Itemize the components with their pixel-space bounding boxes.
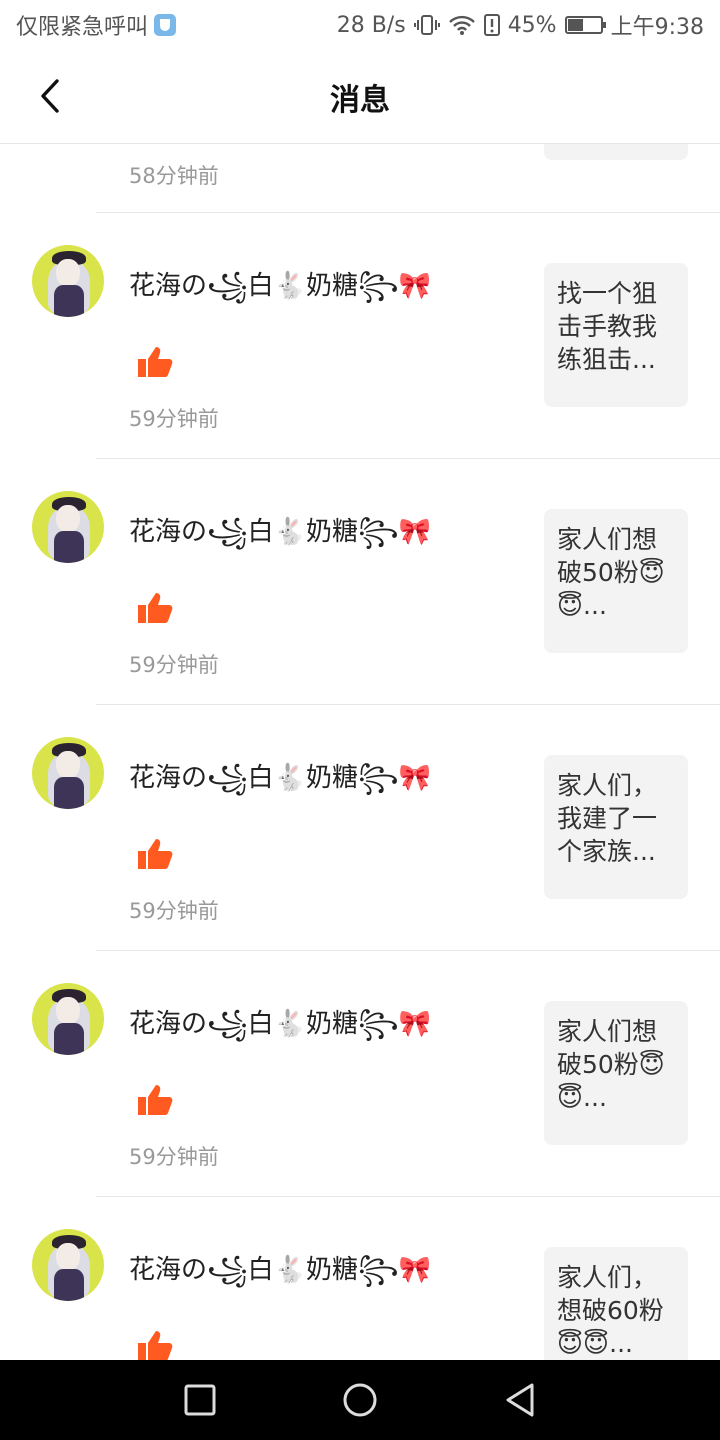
list-item[interactable]: 花海の꧁白🐇奶糖꧂🎀 59分钟前 家人们，我建了一个家族...	[0, 705, 720, 951]
post-thumbnail[interactable]: 家人们，我建了一个家族...	[544, 755, 688, 899]
battery-level-fill	[567, 19, 583, 31]
status-bar: 仅限紧急呼叫 28 B/s 45% 上午9:38	[0, 0, 720, 50]
list-item[interactable]: 花海の꧁白🐇奶糖꧂🎀 59分钟前 家人们想破50粉😇😇...	[0, 459, 720, 705]
post-thumbnail[interactable]: 找一个狙击手教我练狙击...	[544, 263, 688, 407]
battery-icon	[564, 16, 606, 34]
list-item[interactable]: 花海の꧁白🐇奶糖꧂🎀 家人们，想破60粉😇😇...	[0, 1197, 720, 1360]
thumbs-up-icon	[138, 347, 173, 377]
message-time: 59分钟前	[129, 407, 219, 431]
recent-apps-button[interactable]	[175, 1375, 225, 1425]
username[interactable]: 花海の꧁白🐇奶糖꧂🎀	[129, 1003, 431, 1056]
triangle-left-icon	[506, 1383, 534, 1417]
vibrate-icon	[413, 15, 440, 35]
username[interactable]: 花海の꧁白🐇奶糖꧂🎀	[129, 1249, 431, 1302]
system-back-button[interactable]	[495, 1375, 545, 1425]
avatar[interactable]	[32, 1229, 104, 1301]
shield-icon	[154, 14, 177, 36]
thumbs-up-icon	[138, 839, 173, 869]
username[interactable]: 花海の꧁白🐇奶糖꧂🎀	[129, 511, 431, 564]
status-left: 仅限紧急呼叫	[16, 9, 177, 41]
avatar[interactable]	[32, 245, 104, 317]
avatar[interactable]	[32, 983, 104, 1055]
list-item[interactable]: 花海の꧁白🐇奶糖꧂🎀 59分钟前 家人们想破50粉😇😇...	[0, 951, 720, 1197]
message-time: 59分钟前	[129, 899, 219, 923]
post-thumbnail[interactable]: 家人们想破50粉😇😇...	[544, 509, 688, 653]
status-right: 28 B/s 45% 上午9:38	[337, 9, 704, 41]
carrier-text: 仅限紧急呼叫	[16, 15, 149, 40]
battery-percent: 45%	[507, 12, 557, 38]
username[interactable]: 花海の꧁白🐇奶糖꧂🎀	[129, 265, 431, 318]
list-item-partial[interactable]: 58分钟前	[96, 144, 720, 213]
wifi-icon	[448, 15, 475, 35]
username[interactable]: 花海の꧁白🐇奶糖꧂🎀	[129, 757, 431, 810]
network-speed: 28 B/s	[336, 12, 406, 38]
home-button[interactable]	[335, 1375, 385, 1425]
message-list[interactable]: 58分钟前 花海の꧁白🐇奶糖꧂🎀 59分钟前 找一个狙击手教我练狙击... 花海…	[0, 144, 720, 1360]
page-title: 消息	[330, 82, 390, 118]
message-time: 59分钟前	[129, 653, 219, 677]
sim-alert-icon	[483, 14, 500, 36]
post-thumbnail[interactable]: 家人们想破50粉😇😇...	[544, 1001, 688, 1145]
message-time: 59分钟前	[129, 1145, 219, 1169]
square-icon	[184, 1384, 216, 1416]
header: 消息	[0, 50, 720, 144]
post-thumbnail[interactable]: 家人们，想破60粉😇😇...	[544, 1247, 688, 1360]
clock: 上午9:38	[610, 15, 704, 40]
avatar[interactable]	[32, 491, 104, 563]
message-time: 58分钟前	[129, 164, 219, 188]
back-button[interactable]	[30, 76, 70, 116]
avatar[interactable]	[32, 737, 104, 809]
thumbs-up-icon	[138, 1085, 173, 1115]
thumbs-up-icon	[138, 593, 173, 623]
chevron-left-icon	[41, 79, 59, 113]
thumbs-up-icon	[138, 1331, 173, 1360]
post-thumbnail[interactable]	[544, 144, 688, 160]
list-item[interactable]: 花海の꧁白🐇奶糖꧂🎀 59分钟前 找一个狙击手教我练狙击...	[0, 213, 720, 459]
circle-icon	[343, 1383, 377, 1417]
system-nav-bar	[0, 1360, 720, 1440]
